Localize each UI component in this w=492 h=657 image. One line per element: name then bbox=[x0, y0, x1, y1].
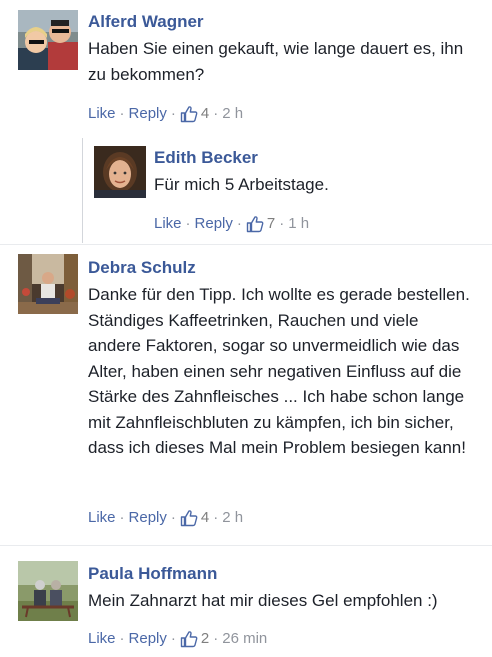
separator: · bbox=[213, 630, 219, 647]
separator: · bbox=[170, 105, 176, 122]
comment-text: Für mich 5 Arbeitstage. bbox=[154, 175, 329, 194]
reply-link[interactable]: Reply bbox=[129, 508, 167, 528]
comment-author[interactable]: Debra Schulz bbox=[88, 258, 196, 278]
separator: · bbox=[119, 105, 125, 122]
separator: · bbox=[170, 509, 176, 526]
comment-actions: Like · Reply · 4 · 2 h bbox=[88, 104, 243, 124]
comment-author[interactable]: Paula Hoffmann bbox=[88, 564, 217, 584]
thumbs-up-icon[interactable] bbox=[180, 105, 198, 123]
comment-divider bbox=[0, 545, 492, 546]
comment-text: Haben Sie einen gekauft, wie lange dauer… bbox=[88, 39, 464, 84]
avatar[interactable] bbox=[18, 561, 78, 621]
comment-actions: Like · Reply · 4 · 2 h bbox=[88, 508, 243, 528]
separator: · bbox=[236, 215, 242, 232]
comment-author[interactable]: Alferd Wagner bbox=[88, 12, 204, 32]
reply-link[interactable]: Reply bbox=[129, 629, 167, 649]
like-link[interactable]: Like bbox=[88, 508, 116, 528]
separator: · bbox=[185, 215, 191, 232]
separator: · bbox=[213, 509, 219, 526]
comment-time: 2 h bbox=[222, 509, 244, 526]
like-link[interactable]: Like bbox=[154, 214, 182, 234]
reply-link[interactable]: Reply bbox=[129, 104, 167, 124]
avatar[interactable] bbox=[18, 254, 78, 314]
reply-link[interactable]: Reply bbox=[195, 214, 233, 234]
comment-time: 26 min bbox=[222, 630, 268, 647]
comment-time: 1 h bbox=[288, 215, 310, 232]
thumbs-up-icon[interactable] bbox=[246, 215, 264, 233]
avatar[interactable] bbox=[18, 10, 78, 70]
separator: · bbox=[119, 630, 125, 647]
like-count: 7 bbox=[266, 215, 276, 232]
thumbs-up-icon[interactable] bbox=[180, 509, 198, 527]
comment-text: Mein Zahnarzt hat mir dieses Gel empfohl… bbox=[88, 591, 438, 610]
like-count: 4 bbox=[200, 509, 210, 526]
comment-actions: Like · Reply · 7 · 1 h bbox=[154, 214, 309, 234]
separator: · bbox=[213, 105, 219, 122]
comment-text: Danke für den Tipp. Ich wollte es gerade… bbox=[88, 285, 470, 457]
comment-author[interactable]: Edith Becker bbox=[154, 148, 258, 168]
like-count: 4 bbox=[200, 105, 210, 122]
like-link[interactable]: Like bbox=[88, 629, 116, 649]
like-link[interactable]: Like bbox=[88, 104, 116, 124]
reply-thread-line bbox=[82, 138, 83, 243]
avatar[interactable] bbox=[94, 146, 146, 198]
separator: · bbox=[279, 215, 285, 232]
comment-time: 2 h bbox=[222, 105, 244, 122]
comment-actions: Like · Reply · 2 · 26 min bbox=[88, 629, 267, 649]
like-count: 2 bbox=[200, 630, 210, 647]
thumbs-up-icon[interactable] bbox=[180, 630, 198, 648]
comment-divider bbox=[0, 244, 492, 245]
separator: · bbox=[170, 630, 176, 647]
separator: · bbox=[119, 509, 125, 526]
